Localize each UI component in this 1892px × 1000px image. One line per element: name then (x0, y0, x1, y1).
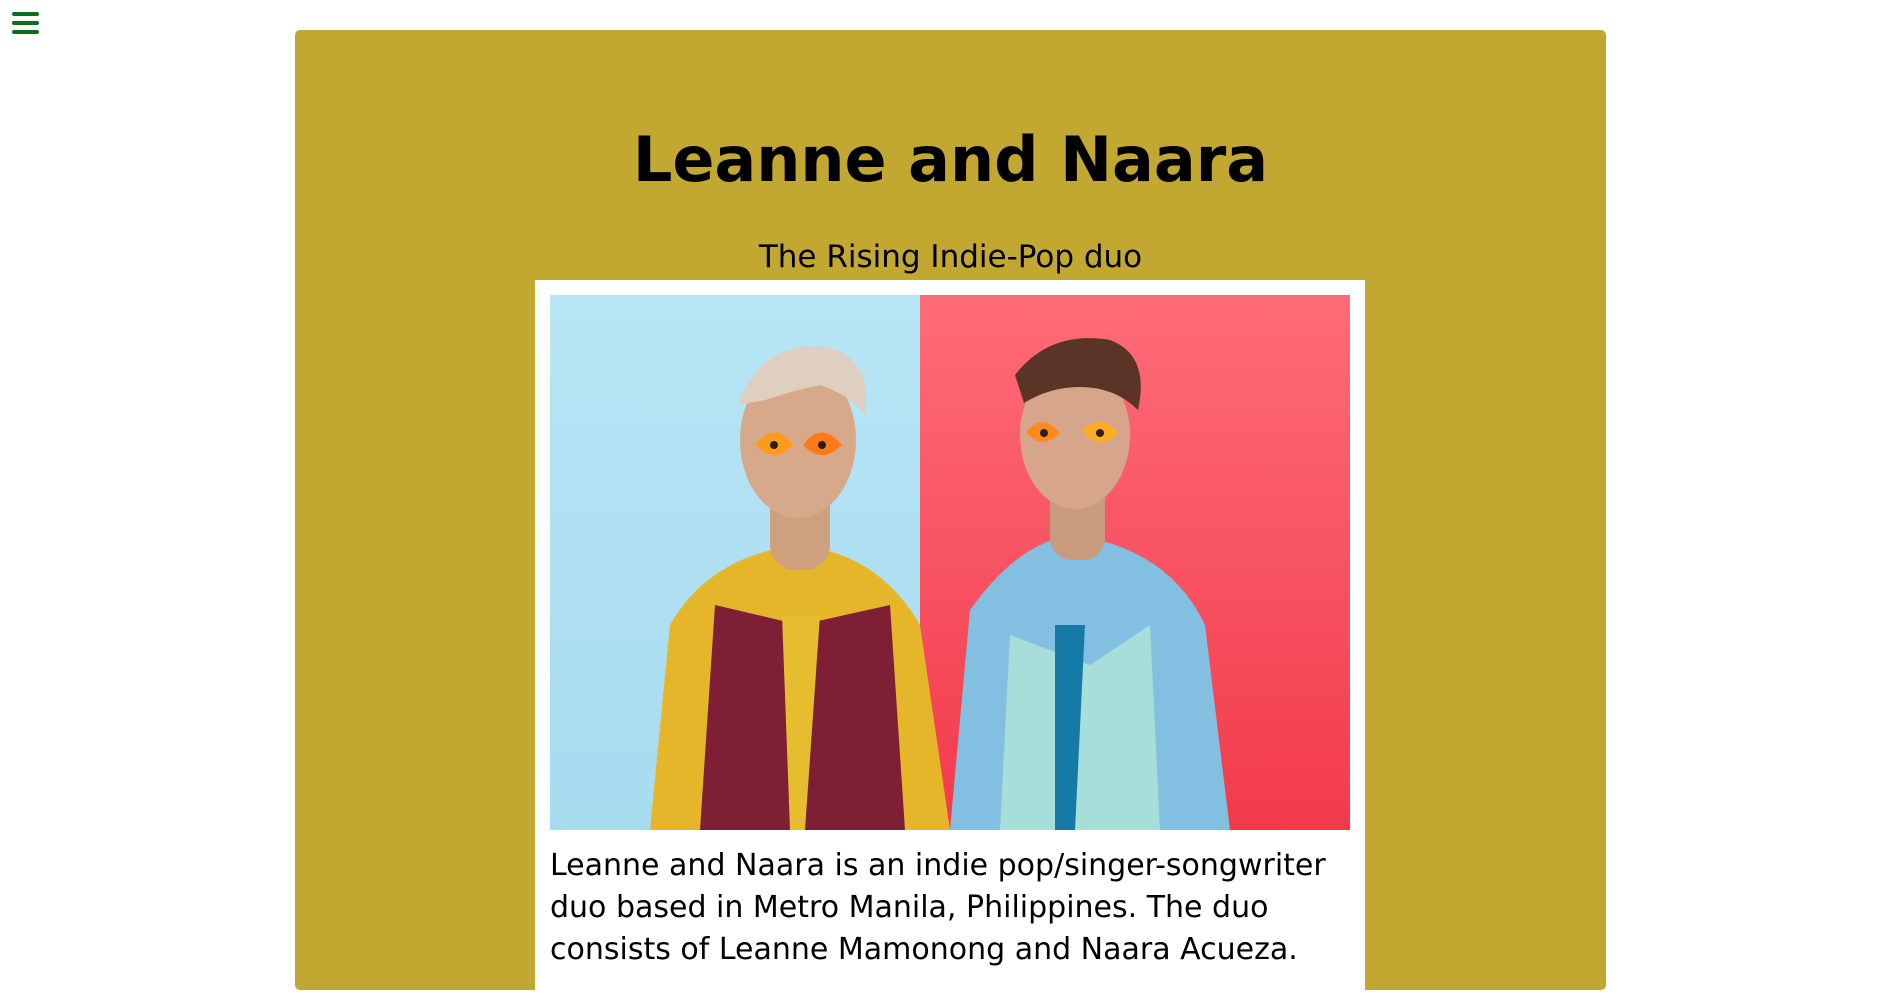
hero-panel: Leanne and Naara The Rising Indie-Pop du… (295, 30, 1606, 1000)
content-card: Leanne and Naara is an indie pop/singer-… (535, 280, 1365, 1000)
menu-bar (12, 30, 39, 34)
page-subtitle: The Rising Indie-Pop duo (758, 239, 1143, 275)
menu-bar (12, 21, 39, 25)
page-title: Leanne and Naara (632, 123, 1269, 196)
menu-bar (12, 12, 39, 16)
bio-paragraph: Leanne and Naara is an indie pop/singer-… (550, 848, 1326, 967)
duo-illustration (650, 338, 1230, 830)
hamburger-menu-icon[interactable] (12, 12, 39, 34)
duo-photo (550, 295, 1350, 830)
